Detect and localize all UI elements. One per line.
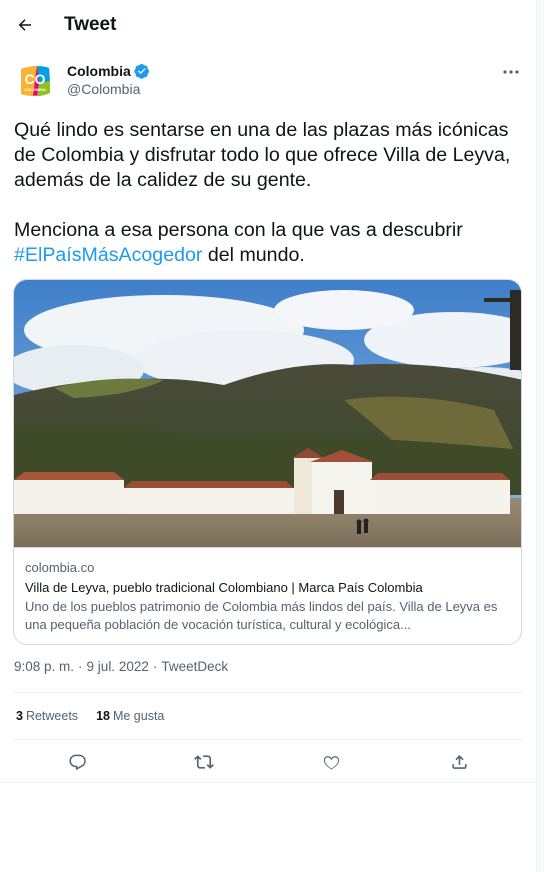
meta-separator: · xyxy=(78,659,83,674)
likes-count: 18 xyxy=(96,709,110,723)
tweet-actions xyxy=(0,748,537,776)
tweet-date[interactable]: 9 jul. 2022 xyxy=(87,659,149,674)
back-button[interactable] xyxy=(10,10,40,40)
divider xyxy=(13,739,523,740)
reply-button[interactable] xyxy=(63,748,91,776)
card-domain: colombia.co xyxy=(25,560,95,575)
share-button[interactable] xyxy=(445,748,473,776)
retweets-count: 3 xyxy=(16,709,23,723)
author-name-row[interactable]: Colombia xyxy=(67,63,150,79)
tweet-page: Tweet CO COLOMBIA Colombia @Colombia Qué… xyxy=(0,0,537,872)
reply-icon xyxy=(68,754,86,770)
tweet-meta: 9:08 p. m. · 9 jul. 2022 · TweetDeck xyxy=(14,659,228,674)
tweet-text: Qué lindo es sentarse en una de las plaz… xyxy=(14,118,514,268)
hashtag-link[interactable]: #ElPaísMásAcogedor xyxy=(14,244,202,266)
author-handle[interactable]: @Colombia xyxy=(67,81,140,97)
scrollbar[interactable] xyxy=(537,0,544,872)
card-title: Villa de Leyva, pueblo tradicional Colom… xyxy=(25,580,423,595)
meta-separator-2: · xyxy=(152,659,158,674)
likes-stat[interactable]: 18 Me gusta xyxy=(96,709,164,723)
divider xyxy=(13,692,523,693)
tweet-source[interactable]: TweetDeck xyxy=(161,659,228,674)
more-dots-icon xyxy=(503,70,519,74)
svg-text:CO: CO xyxy=(25,71,46,87)
tweet-stats: 3 Retweets 18 Me gusta xyxy=(16,709,164,723)
tweet-paragraph-2-suffix: del mundo. xyxy=(202,244,305,266)
tweet-paragraph-1: Qué lindo es sentarse en una de las plaz… xyxy=(14,119,511,191)
colombia-logo-icon: CO COLOMBIA xyxy=(21,66,50,96)
divider xyxy=(0,782,537,783)
svg-text:COLOMBIA: COLOMBIA xyxy=(24,87,46,92)
verified-badge-icon xyxy=(134,64,149,79)
card-image xyxy=(14,280,521,547)
retweets-label: Retweets xyxy=(25,709,79,723)
link-card[interactable]: colombia.co Villa de Leyva, pueblo tradi… xyxy=(13,279,522,645)
card-body: colombia.co Villa de Leyva, pueblo tradi… xyxy=(14,547,521,644)
arrow-left-icon xyxy=(18,19,31,31)
like-button[interactable] xyxy=(317,748,345,776)
more-options-button[interactable] xyxy=(496,60,526,84)
retweet-button[interactable] xyxy=(190,748,218,776)
tweet-author: CO COLOMBIA Colombia @Colombia xyxy=(16,60,526,102)
tweet-time[interactable]: 9:08 p. m. xyxy=(14,659,74,674)
page-title: Tweet xyxy=(64,14,117,35)
card-description: Uno de los pueblos patrimonio de Colombi… xyxy=(25,599,498,632)
retweets-stat[interactable]: 3 Retweets xyxy=(16,709,78,723)
heart-icon xyxy=(323,755,339,769)
share-icon xyxy=(451,754,467,769)
retweet-icon xyxy=(194,755,214,769)
tweet-paragraph-2: Menciona a esa persona con la que vas a … xyxy=(14,218,514,268)
page-header: Tweet xyxy=(0,0,537,50)
avatar[interactable]: CO COLOMBIA xyxy=(16,62,54,100)
tweet-paragraph-2-prefix: Menciona a esa persona con la que vas a … xyxy=(14,219,463,241)
author-name: Colombia xyxy=(67,63,131,79)
likes-label: Me gusta xyxy=(112,709,165,723)
